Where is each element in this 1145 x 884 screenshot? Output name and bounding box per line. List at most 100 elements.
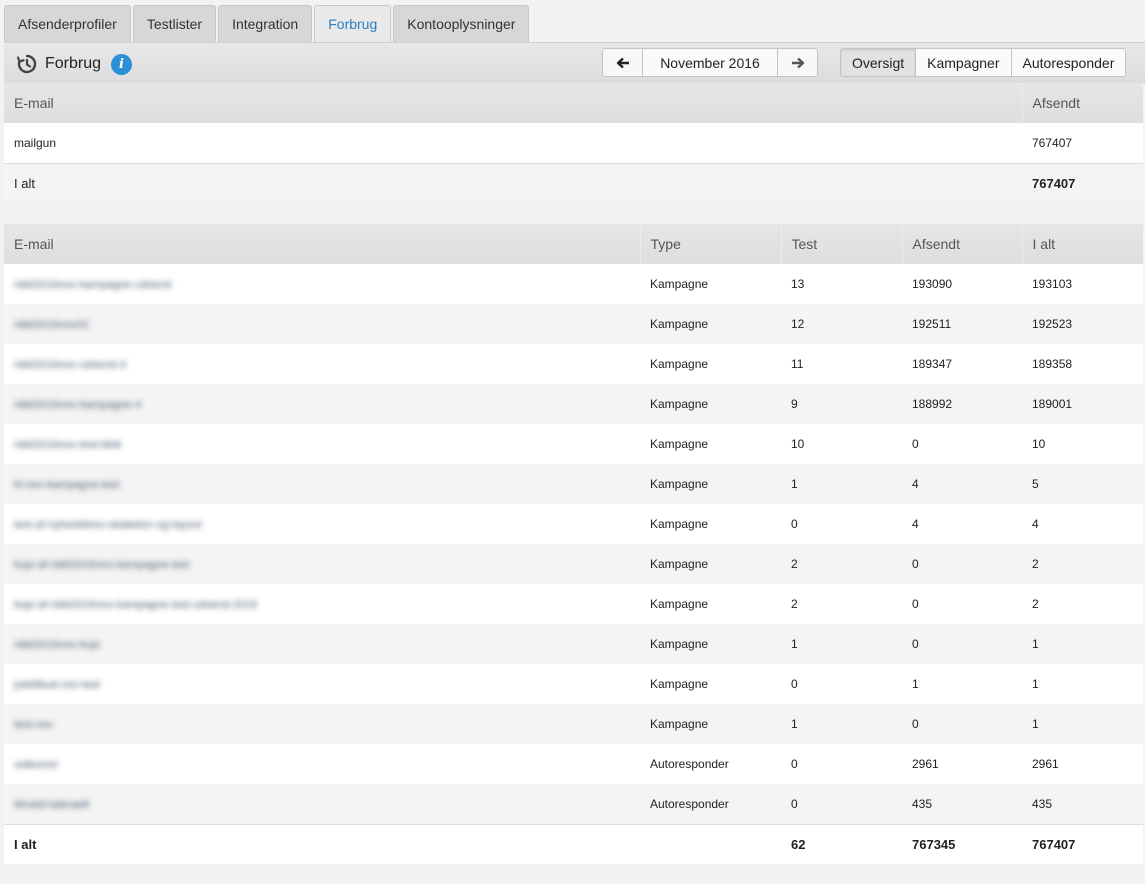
row-type: Kampagne xyxy=(640,584,781,624)
column-header-type[interactable]: Type xyxy=(639,224,781,264)
sender-sent: 767407 xyxy=(1022,123,1143,163)
column-header-test[interactable]: Test xyxy=(780,224,902,264)
table-row: tilmeld-bekraeft Autoresponder 0 435 435 xyxy=(4,784,1143,824)
row-sent: 188992 xyxy=(902,384,1022,424)
table-row: velkomst Autoresponder 0 2961 2961 xyxy=(4,744,1143,784)
view-kampagner-button[interactable]: Kampagner xyxy=(915,49,1011,76)
row-email-cell: kopi-af-nbkl2016nov-kampagne-test xyxy=(4,544,640,584)
row-total: 2 xyxy=(1022,584,1143,624)
page-title: Forbrug xyxy=(45,55,102,72)
table-row: nbkl2016nov-kampagne-udsend Kampagne 13 193… xyxy=(4,264,1143,304)
tab-testlister[interactable]: Testlister xyxy=(132,5,217,42)
row-type: Kampagne xyxy=(640,544,781,584)
row-email: nbkl2016nov-test-blok xyxy=(14,439,122,451)
row-email: nbkl2016nov-kampagne-udsend xyxy=(14,279,172,291)
row-type: Kampagne xyxy=(640,384,781,424)
toolbar: Forbrug i November 2016 Oversigt Kampagne… xyxy=(4,42,1145,84)
row-test: 9 xyxy=(781,384,902,424)
row-total: 5 xyxy=(1022,464,1143,504)
usage-header-row: E-mail Type Test Afsendt I alt xyxy=(4,224,1143,264)
row-type: Kampagne xyxy=(640,704,781,744)
row-sent: 0 xyxy=(902,544,1022,584)
view-oversigt-button[interactable]: Oversigt xyxy=(841,49,916,76)
next-month-button[interactable] xyxy=(778,49,817,76)
row-sent: 435 xyxy=(902,784,1022,824)
row-total: 189358 xyxy=(1022,344,1143,384)
page-title-group: Forbrug i xyxy=(16,52,133,76)
row-email: test-af-nyhedsbrev-skabelon-og-layout xyxy=(14,519,202,531)
row-total: 1 xyxy=(1022,664,1143,704)
table-row: kl-nov-kampagne-test Kampagne 1 4 5 xyxy=(4,464,1143,504)
column-header-email[interactable]: E-mail xyxy=(4,83,1022,123)
row-total: 10 xyxy=(1022,424,1143,464)
total-sent: 767345 xyxy=(902,823,1022,864)
tab-afsenderprofiler[interactable]: Afsenderprofiler xyxy=(4,5,131,42)
row-test: 2 xyxy=(781,584,902,624)
total-all: 767407 xyxy=(1022,823,1143,864)
view-autoresponder-button[interactable]: Autoresponder xyxy=(1010,49,1126,76)
total-label: I alt xyxy=(4,162,1022,203)
row-email: kl-nov-kampagne-test xyxy=(14,479,120,491)
arrow-right-icon xyxy=(791,57,804,68)
info-icon[interactable]: i xyxy=(111,53,133,75)
row-test: 10 xyxy=(781,424,902,464)
prev-month-button[interactable] xyxy=(603,49,642,76)
row-email-cell: nbkl2016nov02 xyxy=(4,304,640,344)
row-total: 1 xyxy=(1022,704,1143,744)
tab-integration[interactable]: Integration xyxy=(218,5,313,42)
column-header-email[interactable]: E-mail xyxy=(4,224,640,264)
table-row: kopi-af-nbkl2016nov-kampagne-test-udsend… xyxy=(4,584,1143,624)
total-label: I alt xyxy=(4,823,640,864)
row-sent: 1 xyxy=(902,664,1022,704)
table-row: test-nov Kampagne 1 0 1 xyxy=(4,704,1143,744)
row-email: kopi-af-nbkl2016nov-kampagne-test-udsend… xyxy=(14,599,258,611)
row-total: 2961 xyxy=(1022,744,1143,784)
row-email-cell: nbkl2016nov-kampagne-4 xyxy=(4,384,640,424)
arrow-left-icon xyxy=(616,57,629,68)
tab-forbrug[interactable]: Forbrug xyxy=(314,5,392,42)
tab-kontooplysninger[interactable]: Kontooplysninger xyxy=(393,5,530,42)
row-sent: 4 xyxy=(902,464,1022,504)
table-row: nbkl2016nov02 Kampagne 12 192511 192523 xyxy=(4,304,1143,344)
column-header-sent[interactable]: Afsendt xyxy=(1021,83,1143,123)
total-test: 62 xyxy=(781,823,902,864)
table-row: nbkl2016nov-kopi Kampagne 1 0 1 xyxy=(4,624,1143,664)
row-sent: 4 xyxy=(902,504,1022,544)
view-switcher: Oversigt Kampagner Autoresponder xyxy=(840,48,1127,77)
row-type: Kampagne xyxy=(640,464,781,504)
tab-bar: Afsenderprofiler Testlister Integration For… xyxy=(4,5,1145,42)
sender-email: mailgun xyxy=(4,123,1022,163)
table-row: juletilbud-nov-test Kampagne 0 1 1 xyxy=(4,664,1143,704)
row-type: Kampagne xyxy=(640,264,781,304)
total-type-empty xyxy=(640,823,781,864)
row-email: juletilbud-nov-test xyxy=(14,679,101,691)
row-test: 0 xyxy=(781,744,902,784)
row-sent: 0 xyxy=(902,424,1022,464)
row-sent: 0 xyxy=(902,624,1022,664)
row-test: 1 xyxy=(781,624,902,664)
row-email-cell: kopi-af-nbkl2016nov-kampagne-test-udsend… xyxy=(4,584,640,624)
row-total: 189001 xyxy=(1022,384,1143,424)
row-email: nbkl2016nov-kopi xyxy=(14,639,101,651)
month-navigator: November 2016 xyxy=(602,48,818,77)
row-email-cell: tilmeld-bekraeft xyxy=(4,784,640,824)
row-total: 4 xyxy=(1022,504,1143,544)
column-header-sent[interactable]: Afsendt xyxy=(901,224,1022,264)
column-header-total[interactable]: I alt xyxy=(1021,224,1143,264)
current-month-label[interactable]: November 2016 xyxy=(642,49,778,76)
row-email: tilmeld-bekraeft xyxy=(14,798,90,811)
row-email-cell: juletilbud-nov-test xyxy=(4,664,640,704)
row-email-cell: nbkl2016nov-udsend-3 xyxy=(4,344,640,384)
row-email: nbkl2016nov-udsend-3 xyxy=(14,359,126,371)
row-email: velkomst xyxy=(14,759,58,771)
row-email: test-nov xyxy=(14,719,54,731)
row-email-cell: kl-nov-kampagne-test xyxy=(4,464,640,504)
usage-clock-icon xyxy=(16,54,37,74)
row-test: 1 xyxy=(781,704,902,744)
row-email-cell: test-nov xyxy=(4,704,640,744)
row-total: 435 xyxy=(1022,784,1143,824)
row-total: 1 xyxy=(1022,624,1143,664)
row-sent: 2961 xyxy=(902,744,1022,784)
row-test: 12 xyxy=(781,304,902,344)
row-type: Kampagne xyxy=(640,304,781,344)
